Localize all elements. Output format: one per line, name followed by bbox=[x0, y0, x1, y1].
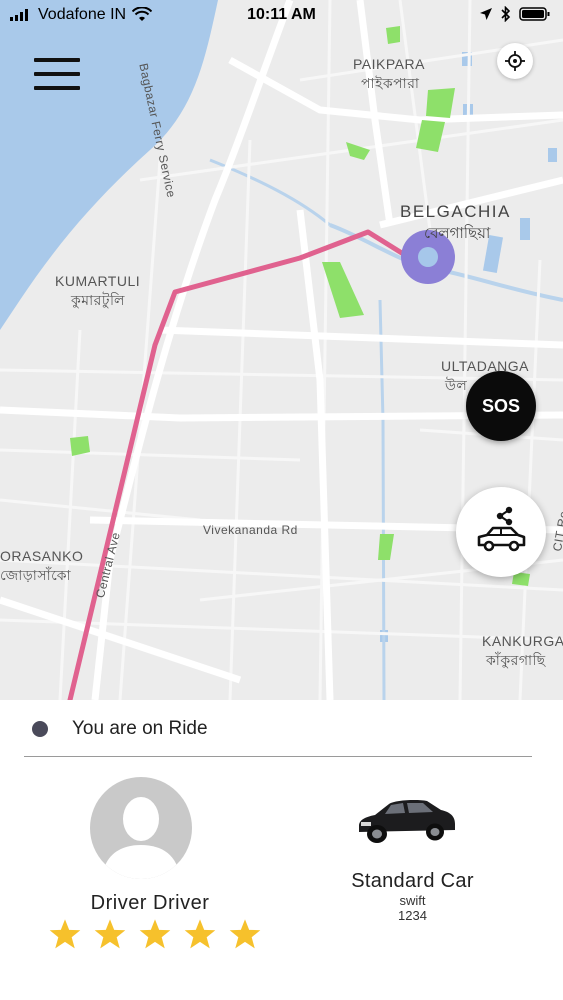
pond bbox=[548, 148, 557, 162]
star-icon bbox=[49, 919, 81, 949]
menu-button[interactable] bbox=[34, 58, 82, 94]
status-right bbox=[479, 6, 551, 22]
map-label-belgachia: BELGACHIA বেলগাছিয়া bbox=[400, 202, 511, 247]
car-model: swift bbox=[399, 893, 426, 908]
place-name: ULTADANGA bbox=[441, 358, 529, 374]
star-icon bbox=[139, 919, 171, 949]
map-label-orasanko: ORASANKO জোড়াসাঁকো bbox=[0, 548, 83, 588]
share-car-icon bbox=[477, 506, 526, 552]
ride-status: You are on Ride bbox=[32, 718, 208, 740]
location-arrow-icon bbox=[480, 8, 492, 20]
driver-name: Driver Driver bbox=[90, 892, 210, 914]
place-native-name: বেলগাছিয়া bbox=[424, 225, 491, 242]
share-ride-button[interactable] bbox=[456, 487, 546, 577]
map-label-kankurgachi: KANKURGA কাঁকুরগাছি bbox=[482, 633, 563, 673]
place-name: KANKURGA bbox=[482, 633, 563, 649]
status-dot bbox=[32, 721, 48, 737]
person-icon bbox=[102, 797, 180, 879]
locate-me-button[interactable] bbox=[497, 43, 533, 79]
car-image bbox=[359, 800, 455, 843]
place-native-name: কাঁকুরগাছি bbox=[486, 652, 546, 668]
place-native-name: পাইকপারা bbox=[361, 75, 420, 91]
place-name: PAIKPARA bbox=[353, 56, 425, 72]
star-icon bbox=[229, 919, 261, 949]
road-label-vivekananda: Vivekananda Rd bbox=[203, 523, 298, 537]
bluetooth-icon bbox=[501, 6, 511, 22]
battery-icon bbox=[519, 7, 550, 21]
place-name: ORASANKO bbox=[0, 548, 84, 564]
car-type: Standard Car bbox=[351, 870, 474, 892]
place-name: BELGACHIA bbox=[400, 202, 511, 221]
driver-rating bbox=[48, 918, 262, 950]
map-label-paikpara: PAIKPARA পাইকপারা bbox=[353, 56, 425, 96]
map-label-kumartuli: KUMARTULI কুমারটুলি bbox=[55, 273, 140, 313]
star-icon bbox=[94, 919, 126, 949]
ride-info-panel: You are on Ride Driver Driver Standard C… bbox=[0, 700, 563, 1000]
map-view[interactable]: PAIKPARA পাইকপারা BELGACHIA বেলগাছিয়া K… bbox=[0, 0, 563, 700]
place-native-name: কুমারটুলি bbox=[71, 292, 125, 308]
place-name: KUMARTULI bbox=[55, 273, 141, 289]
driver-avatar[interactable] bbox=[90, 777, 192, 879]
star-icon bbox=[184, 919, 216, 949]
status-bar: Vodafone IN 10:11 AM bbox=[0, 0, 563, 32]
pond bbox=[520, 218, 530, 240]
car-number: 1234 bbox=[398, 908, 427, 923]
divider bbox=[24, 756, 532, 757]
crosshair-icon bbox=[505, 51, 525, 71]
place-native-name: জোড়াসাঁকো bbox=[0, 567, 72, 583]
ride-status-text: You are on Ride bbox=[72, 718, 208, 739]
sos-button[interactable]: SOS bbox=[466, 371, 536, 441]
map-canvas[interactable] bbox=[0, 0, 563, 700]
